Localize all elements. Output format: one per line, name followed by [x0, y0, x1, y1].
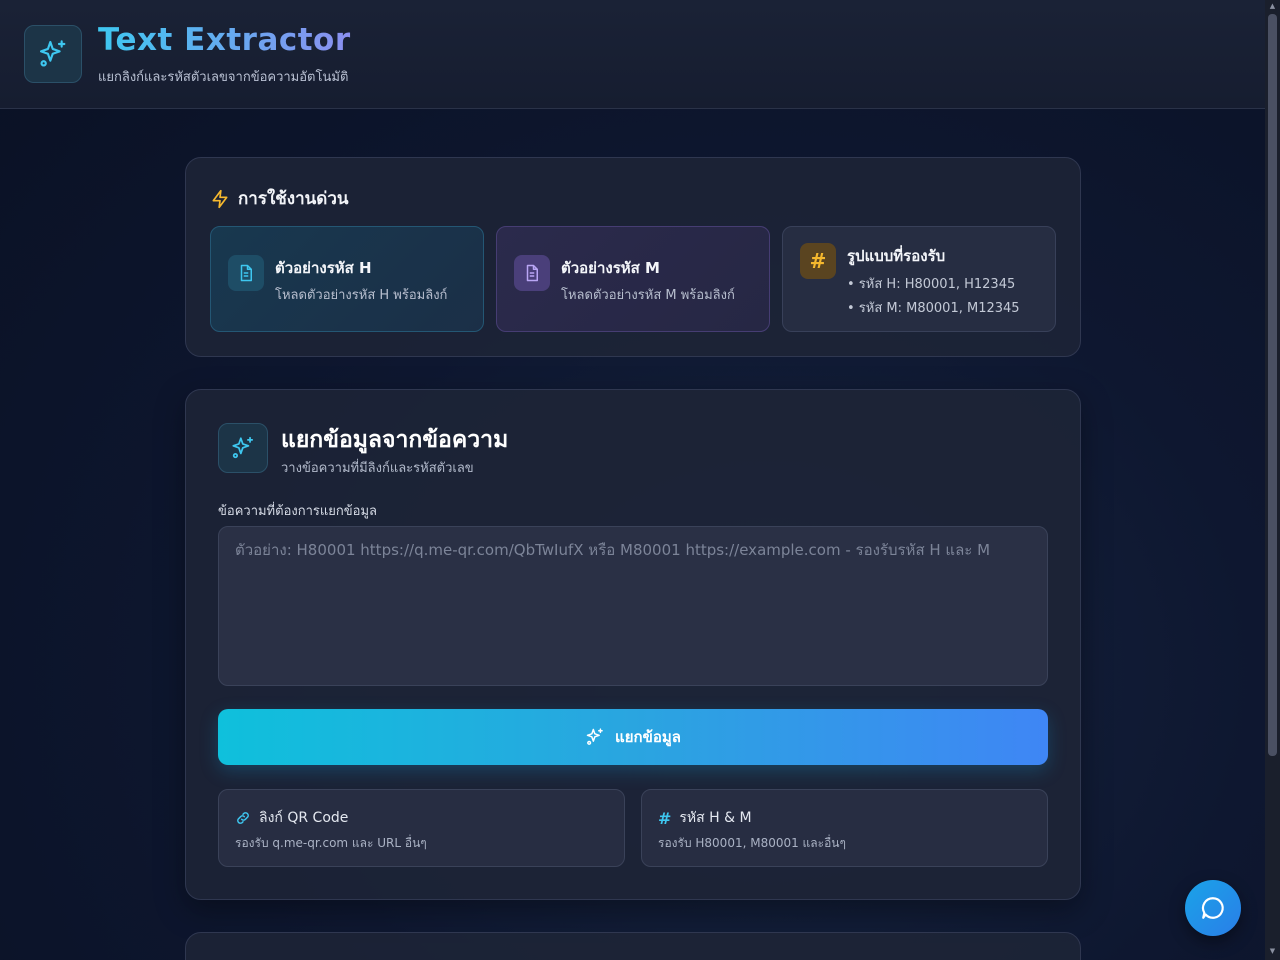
hash-icon: # — [800, 243, 836, 279]
supported-formats-title: รูปแบบที่รองรับ — [847, 247, 946, 265]
sample-m-card[interactable]: ตัวอย่างรหัส M โหลดตัวอย่างรหัส M พร้อมล… — [496, 226, 770, 332]
chat-bubble-icon — [1201, 897, 1224, 919]
info-qr-title-text: ลิงก์ QR Code — [259, 810, 349, 826]
sample-m-title: ตัวอย่างรหัส M — [561, 259, 660, 277]
sample-h-desc: โหลดตัวอย่างรหัส H พร้อมลิงก์ — [275, 288, 448, 303]
extractor-panel: แยกข้อมูลจากข้อความ วางข้อความที่มีลิงก์… — [185, 389, 1081, 900]
sample-h-card[interactable]: ตัวอย่างรหัส H โหลดตัวอย่างรหัส H พร้อมล… — [210, 226, 484, 332]
quick-usage-title: การใช้งานด่วน — [210, 185, 348, 212]
info-qr-link: ลิงก์ QR Code รองรับ q.me-qr.com และ URL… — [218, 789, 625, 867]
format-line-h: • รหัส H: H80001, H12345 — [847, 277, 1016, 292]
chat-button[interactable] — [1185, 880, 1241, 936]
info-hm-title: # รหัส H & M — [658, 807, 752, 829]
link-icon — [237, 812, 249, 824]
lightning-icon — [212, 189, 228, 208]
info-hm-title-text: รหัส H & M — [679, 810, 752, 826]
app-title: Text Extractor — [98, 22, 351, 58]
format-line-m: • รหัส M: M80001, M12345 — [847, 301, 1020, 316]
document-icon — [228, 255, 264, 291]
app-logo — [24, 25, 82, 83]
supported-formats-card: # รูปแบบที่รองรับ • รหัส H: H80001, H123… — [782, 226, 1056, 332]
sparkles-icon — [39, 40, 66, 67]
message-input[interactable] — [218, 526, 1048, 686]
sample-h-title: ตัวอย่างรหัส H — [275, 259, 372, 277]
app-header: Text Extractor แยกลิงก์และรหัสตัวเลขจากข… — [0, 0, 1265, 109]
extract-button[interactable]: แยกข้อมูล — [218, 709, 1048, 765]
scroll-down-icon[interactable]: ▼ — [1268, 947, 1277, 956]
next-panel — [185, 932, 1081, 960]
info-qr-title: ลิงก์ QR Code — [235, 807, 348, 829]
page-scrollbar[interactable]: ▲ ▼ — [1265, 0, 1280, 960]
sparkles-icon — [232, 436, 254, 459]
quick-usage-panel: การใช้งานด่วน ตัวอย่างรหัส H โหลดตัวอย่า… — [185, 157, 1081, 357]
quick-usage-title-text: การใช้งานด่วน — [238, 189, 349, 209]
app-subtitle: แยกลิงก์และรหัสตัวเลขจากข้อความอัตโนมัติ — [98, 70, 349, 85]
extractor-subtitle: วางข้อความที่มีลิงก์และรหัสตัวเลข — [281, 461, 474, 476]
info-hm-code: # รหัส H & M รองรับ H80001, M80001 และอื… — [641, 789, 1048, 867]
sparkles-icon — [586, 728, 603, 745]
input-label: ข้อความที่ต้องการแยกข้อมูล — [218, 504, 377, 519]
extractor-icon — [218, 423, 268, 473]
scroll-up-icon[interactable]: ▲ — [1268, 2, 1277, 11]
info-qr-desc: รองรับ q.me-qr.com และ URL อื่นๆ — [235, 836, 427, 850]
sample-m-desc: โหลดตัวอย่างรหัส M พร้อมลิงก์ — [561, 288, 735, 303]
extractor-title: แยกข้อมูลจากข้อความ — [281, 427, 509, 453]
extract-button-label: แยกข้อมูล — [615, 728, 681, 746]
scrollbar-thumb[interactable] — [1268, 14, 1277, 756]
info-hm-desc: รองรับ H80001, M80001 และอื่นๆ — [658, 836, 846, 850]
hash-icon: # — [658, 808, 672, 828]
document-icon — [514, 255, 550, 291]
